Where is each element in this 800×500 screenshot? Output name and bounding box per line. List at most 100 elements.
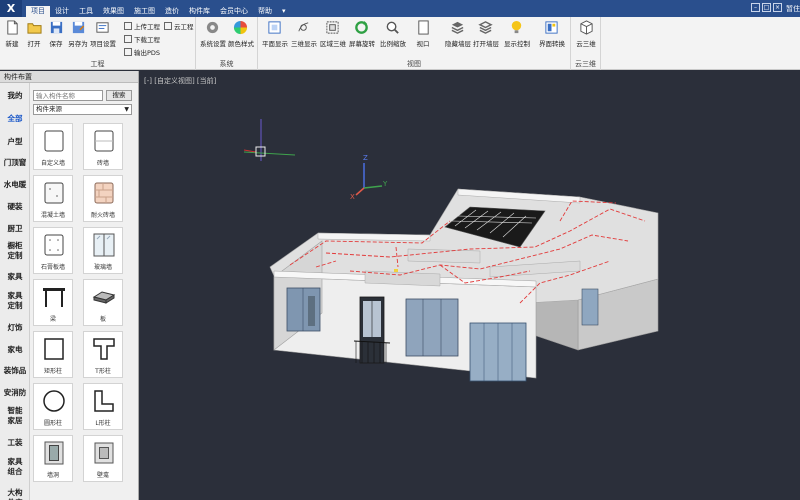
display-control-button[interactable]: 显示控制 [504,20,530,48]
ribbon-group-cloud-3d: 云三维 云三维 [571,17,601,70]
new-file-icon [6,20,18,35]
menu-tab-member[interactable]: 会员中心 [215,6,253,17]
hide-wall-layer-button[interactable]: 隐藏墙层 [445,20,471,48]
firebrick-wall-icon [94,182,114,204]
category-custom-cabinets[interactable]: 橱柜定制 [4,241,26,261]
cloud-icon [164,22,172,30]
tile-custom-wall[interactable]: 自定义墙 [33,123,73,170]
category-hardscape[interactable]: 硬装 [0,202,30,212]
axis-gizmo: Z Y X [350,154,388,201]
menu-tab-tools[interactable]: 工具 [74,6,98,17]
tile-gypsum-wall[interactable]: 石膏板墙 [33,227,73,274]
category-all[interactable]: 全部 [0,114,30,124]
category-custom-furniture[interactable]: 家具定制 [4,291,26,311]
house-model[interactable] [269,188,659,382]
open-button[interactable]: 打开 [22,20,46,48]
3d-view-button[interactable]: 三维显示 [291,20,317,48]
tile-firebrick-wall[interactable]: 耐火砖墙 [83,175,123,222]
3d-scene[interactable]: Z Y X [140,71,800,500]
tile-wall-hole[interactable]: 墙洞 [33,435,73,482]
component-source-select[interactable]: 构件来源 ▼ [33,104,132,115]
glass-wall-icon [93,233,115,257]
menu-tab-cost[interactable]: 造价 [160,6,184,17]
axis-y-label: Y [382,180,388,188]
new-button[interactable]: 新建 [0,20,24,48]
system-settings-button[interactable]: 系统设置 [200,20,226,48]
save-button[interactable]: 保存 [44,20,68,48]
3d-viewport[interactable]: [-] [自定义视图] [当前] Z Y X [140,71,800,500]
export-pds-button[interactable]: 输出PDS [124,47,160,57]
plan-view-button[interactable]: 平面显示 [262,20,288,48]
tile-niche[interactable]: 壁龛 [83,435,123,482]
axis-x-label: X [350,193,355,201]
color-style-button[interactable]: 颜色样式 [228,20,254,48]
category-furniture[interactable]: 家具 [0,272,30,282]
niche-icon [94,442,114,464]
category-smart-home[interactable]: 智能家居 [4,406,26,426]
category-lighting[interactable]: 灯饰 [0,323,30,333]
zoom-icon [386,21,399,34]
category-decor[interactable]: 装饰品 [0,366,30,376]
slab-icon [92,291,116,304]
tile-rect-column[interactable]: 矩形柱 [33,331,73,378]
tile-concrete-wall[interactable]: 混凝土墙 [33,175,73,222]
category-list: 我的 全部 户型 门顶窗 水电暖 硬装 厨卫 橱柜定制 家具 家具定制 灯饰 家… [0,83,30,500]
save-as-button[interactable]: 另存为 [66,20,90,48]
open-wall-layer-button[interactable]: 打开墙层 [473,20,499,48]
category-security-fire[interactable]: 安消防 [0,388,30,398]
zoom-scale-button[interactable]: 比例缩放 [380,20,406,48]
tile-beam[interactable]: 梁 [33,279,73,326]
ribbon-group-view: 平面显示 三维显示 区域三维 屏幕旋转 比例缩放 视口 隐藏墙层 打开墙层 显示… [258,17,571,70]
app-logo[interactable]: X [0,0,22,17]
download-project-button[interactable]: 下载工程 [124,34,160,44]
color-wheel-icon [233,20,247,35]
search-button[interactable]: 搜索 [106,90,132,101]
axis-z-label: Z [363,154,368,162]
ribbon-group-system: 系统设置 颜色样式 系统 [196,17,258,70]
viewport-button[interactable]: 视口 [411,20,435,48]
tile-glass-wall[interactable]: 玻璃墙 [83,227,123,274]
category-appliances[interactable]: 家电 [0,345,30,355]
cloud-project-button[interactable]: 云工程 [164,21,194,31]
viewport-icon [417,20,429,35]
category-doors-windows[interactable]: 门顶窗 [0,158,30,168]
category-furniture-set[interactable]: 家具组合 [4,457,26,477]
ribbon-group-label: 系统 [219,60,234,68]
tile-t-column[interactable]: T形柱 [83,331,123,378]
screen-rotate-button[interactable]: 屏幕旋转 [349,20,375,48]
tile-slab[interactable]: 板 [83,279,123,326]
ribbon-group-label: 视图 [407,60,421,68]
menu-tab-rendering[interactable]: 效果图 [98,6,129,17]
rotate-icon [354,20,368,34]
upload-project-button[interactable]: 上传工程 [124,21,160,31]
category-mine[interactable]: 我的 [0,91,30,101]
save-icon [50,21,62,34]
menu-tab-construction[interactable]: 施工图 [129,6,160,17]
crosshair-cursor-icon [243,119,296,161]
tile-brick-wall[interactable]: 砖墙 [83,123,123,170]
maximize-icon[interactable]: □ [762,3,771,12]
menu-tab-help[interactable]: 帮助 [253,6,277,17]
menu-tab-design[interactable]: 设计 [50,6,74,17]
tile-round-column[interactable]: 圆形柱 [33,383,73,430]
project-settings-button[interactable]: 项目设置 [90,20,116,48]
category-floorplan[interactable]: 户型 [0,137,30,147]
category-plumbing-electrical[interactable]: 水电暖 [0,180,30,190]
interface-switch-button[interactable]: 界面转换 [539,20,565,48]
tile-l-column[interactable]: L形柱 [83,383,123,430]
cloud-3d-button[interactable]: 云三维 [574,20,598,48]
t-column-icon [93,338,115,360]
menu-tab-project[interactable]: 项目 [26,6,50,17]
component-search-input[interactable] [33,90,103,101]
corner-label[interactable]: 暂住 [786,4,800,14]
menu-dropdown-toggle[interactable]: ▾ [277,6,291,17]
close-icon[interactable]: × [773,3,782,12]
category-commercial[interactable]: 工装 [0,438,30,448]
cloud-3d-icon [579,20,593,35]
menu-tab-library[interactable]: 构件库 [184,6,215,17]
minimize-icon[interactable]: – [751,3,760,12]
category-kitchen-bath[interactable]: 厨卫 [0,224,30,234]
open-folder-icon [26,23,42,34]
category-large-library[interactable]: 大构件库 [4,488,26,500]
region-3d-button[interactable]: 区域三维 [320,20,346,48]
